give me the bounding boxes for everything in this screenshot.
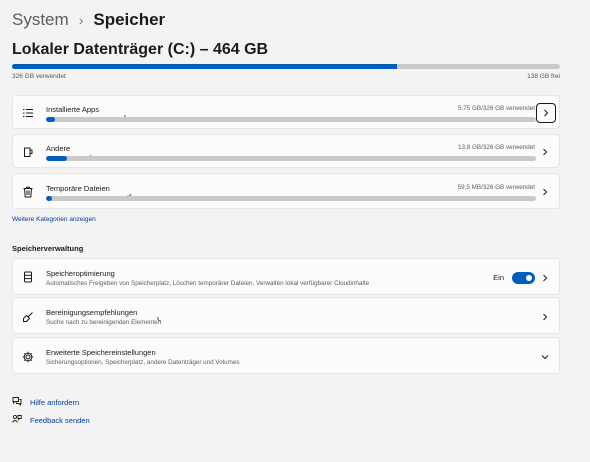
category-value: 59,5 MB/326 GB verwendet xyxy=(457,184,535,191)
loading-spinner-icon xyxy=(86,146,92,158)
apps-list-icon xyxy=(21,106,35,120)
breadcrumb-separator: › xyxy=(78,12,84,28)
category-usage-bar xyxy=(46,156,536,161)
toggle-state-label: Ein xyxy=(493,273,504,282)
drive-free-label: 138 GB frei xyxy=(527,73,560,80)
help-chat-icon xyxy=(12,393,22,411)
category-usage-fill xyxy=(46,156,67,161)
more-categories-link[interactable]: Weitere Kategorien anzeigen xyxy=(12,216,96,223)
storage-sense-row[interactable]: Speicheroptimierung Automatisches Freige… xyxy=(12,258,560,295)
trash-icon xyxy=(21,185,35,199)
chevron-down-icon[interactable] xyxy=(540,352,550,362)
storage-sense-toggle[interactable] xyxy=(512,272,535,284)
toggle-knob xyxy=(526,275,532,281)
breadcrumb-system[interactable]: System xyxy=(12,9,69,31)
category-usage-bar xyxy=(46,117,536,122)
chevron-right-icon[interactable] xyxy=(540,147,550,157)
gear-icon xyxy=(21,350,35,364)
chevron-right-icon[interactable] xyxy=(536,103,556,123)
feedback-icon xyxy=(12,411,22,429)
category-value: 13,8 GB/326 GB verwendet xyxy=(457,144,535,151)
row-subtitle: Sicherungsoptionen, Speicherplatz, ander… xyxy=(46,359,240,366)
feedback-label: Feedback senden xyxy=(30,415,90,425)
drive-usage-fill xyxy=(12,64,398,69)
broom-icon xyxy=(21,310,35,324)
drive-title: Lokaler Datenträger (C:) – 464 GB xyxy=(12,41,269,58)
advanced-storage-settings-row[interactable]: Erweiterte Speichereinstellungen Sicheru… xyxy=(12,337,560,374)
category-other[interactable]: Andere 13,8 GB/326 GB verwendet xyxy=(12,134,560,168)
row-title: Erweiterte Speichereinstellungen xyxy=(46,348,156,357)
row-title: Speicheroptimierung xyxy=(46,269,115,278)
chevron-right-icon[interactable] xyxy=(540,273,550,283)
row-subtitle: Suche nach zu bereinigenden Elementen xyxy=(46,319,162,326)
loading-spinner-icon xyxy=(126,185,132,197)
cleanup-recommendations-row[interactable]: Bereinigungsempfehlungen Suche nach zu b… xyxy=(12,297,560,334)
feedback-link[interactable]: Feedback senden xyxy=(12,411,90,429)
drive-used-label: 326 GB verwendet xyxy=(12,73,66,80)
category-usage-bar xyxy=(46,196,536,201)
row-title: Bereinigungsempfehlungen xyxy=(46,308,138,317)
page-title: Speicher xyxy=(93,10,166,29)
storage-drive-icon xyxy=(21,270,35,284)
breadcrumb: System › Speicher xyxy=(12,9,165,31)
get-help-label: Hilfe anfordern xyxy=(30,397,80,407)
category-label: Andere xyxy=(46,144,71,153)
category-label: Installierte Apps xyxy=(46,105,99,114)
section-title: Speicherverwaltung xyxy=(12,244,84,253)
get-help-link[interactable]: Hilfe anfordern xyxy=(12,393,79,411)
row-subtitle: Automatisches Freigeben von Speicherplat… xyxy=(46,280,370,287)
category-usage-fill xyxy=(46,196,52,201)
category-usage-fill xyxy=(46,117,55,122)
loading-spinner-icon xyxy=(157,309,163,322)
category-value: 5,75 GB/326 GB verwendet xyxy=(457,105,535,112)
file-other-icon xyxy=(21,145,35,159)
drive-usage-bar xyxy=(12,64,560,69)
chevron-right-icon[interactable] xyxy=(540,312,550,322)
loading-spinner-icon xyxy=(124,107,130,120)
category-temp-files[interactable]: Temporäre Dateien 59,5 MB/326 GB verwend… xyxy=(12,173,560,209)
category-label: Temporäre Dateien xyxy=(46,184,110,193)
category-installed-apps[interactable]: Installierte Apps 5,75 GB/326 GB verwend… xyxy=(12,95,560,129)
chevron-right-icon[interactable] xyxy=(540,187,550,197)
